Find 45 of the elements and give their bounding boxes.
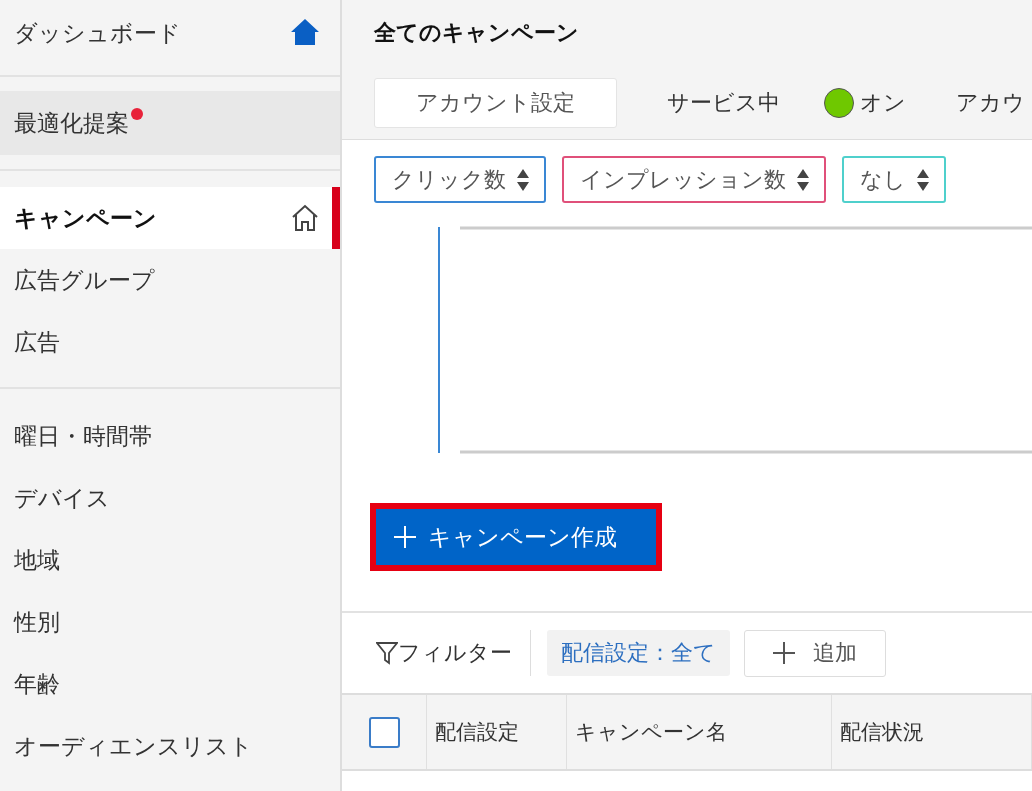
column-header[interactable]: 配信設定	[427, 695, 567, 769]
filter-chip[interactable]: 配信設定：全て	[547, 630, 730, 676]
nav-item[interactable]: 広告グループ	[0, 249, 340, 311]
create-campaign-button[interactable]: キャンペーン作成	[370, 503, 662, 571]
metric-dropdown[interactable]: なし	[842, 156, 946, 203]
nav-label: キャンペーン	[14, 203, 157, 233]
nav-item[interactable]: 広告	[0, 311, 340, 373]
nav-label: 地域	[14, 545, 60, 575]
nav-label: 年齢	[14, 669, 60, 699]
nav-label: 性別	[14, 607, 60, 637]
nav-item[interactable]: デバイス	[0, 467, 340, 529]
nav-item[interactable]: 年齢	[0, 653, 340, 715]
page-title: 全てのキャンペーン	[374, 19, 580, 47]
nav-item[interactable]: キャンペーン	[0, 187, 340, 249]
plus-icon	[773, 642, 795, 664]
status-label: サービス中	[667, 89, 780, 117]
add-filter-button[interactable]: 追加	[744, 629, 886, 677]
nav-label: デバイス	[14, 483, 110, 513]
nav-label: 広告	[14, 327, 60, 357]
metric-dropdown[interactable]: インプレッション数	[562, 156, 826, 203]
nav-item[interactable]: オーディエンスリスト	[0, 715, 340, 777]
nav-item[interactable]: 性別	[0, 591, 340, 653]
nav-label: オーディエンスリスト	[14, 731, 253, 761]
nav-item[interactable]: 最適化提案	[0, 91, 340, 155]
sort-caret-icon	[916, 167, 930, 192]
select-all-checkbox[interactable]	[368, 716, 400, 748]
home-icon	[290, 18, 320, 46]
sort-caret-icon	[516, 167, 530, 192]
filter-icon	[376, 641, 398, 665]
plus-icon	[394, 526, 416, 548]
nav-item[interactable]: ダッシュボード	[14, 18, 181, 49]
metric-dropdown[interactable]: クリック数	[374, 156, 546, 203]
column-header[interactable]: 配信状況	[832, 695, 1032, 769]
account-settings-button[interactable]: アカウント設定	[374, 78, 617, 128]
nav-item[interactable]: 地域	[0, 529, 340, 591]
home-icon	[290, 203, 320, 233]
filter-label[interactable]: フィルター	[376, 638, 512, 668]
column-header[interactable]: キャンペーン名	[567, 695, 832, 769]
nav-label: 最適化提案	[14, 108, 129, 138]
nav-label: 広告グループ	[14, 265, 155, 295]
sort-caret-icon	[796, 167, 810, 192]
status-value: オン	[860, 89, 906, 117]
header-label: アカウ	[956, 89, 1025, 117]
nav-label: 曜日・時間帯	[14, 421, 152, 451]
nav-item[interactable]: 曜日・時間帯	[0, 405, 340, 467]
